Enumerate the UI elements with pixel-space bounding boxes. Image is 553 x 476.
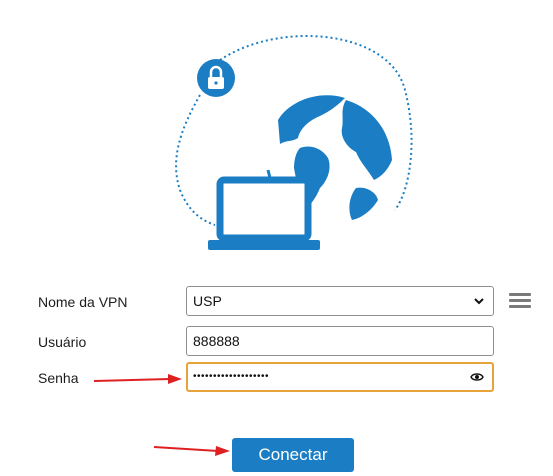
lock-icon — [197, 59, 235, 97]
hamburger-bar-top — [509, 293, 531, 296]
arrow-to-connect — [153, 446, 230, 456]
hamburger-bar-middle — [509, 299, 531, 302]
username-label: Usuário — [38, 334, 87, 350]
password-label: Senha — [38, 370, 79, 386]
connect-button[interactable]: Conectar — [232, 438, 354, 472]
username-value: 888888 — [193, 333, 240, 349]
hamburger-menu-icon[interactable] — [509, 293, 531, 309]
vpn-illustration — [160, 20, 420, 270]
vpn-name-select[interactable]: USP — [186, 286, 494, 316]
vpn-name-label: Nome da VPN — [38, 294, 128, 310]
password-input[interactable]: ••••••••••••••••••• — [186, 362, 494, 392]
username-input[interactable]: 888888 — [186, 326, 494, 356]
dotted-orbit-left — [175, 94, 216, 226]
vpn-name-selected-value: USP — [193, 293, 222, 309]
password-masked-value: ••••••••••••••••••• — [193, 372, 270, 382]
hamburger-bar-bottom — [509, 305, 531, 308]
arrow-to-password — [93, 374, 182, 384]
laptop-icon — [208, 176, 320, 250]
eye-icon[interactable] — [470, 372, 484, 382]
vpn-illustration-graphic — [175, 35, 413, 250]
chevron-down-icon — [474, 298, 484, 305]
